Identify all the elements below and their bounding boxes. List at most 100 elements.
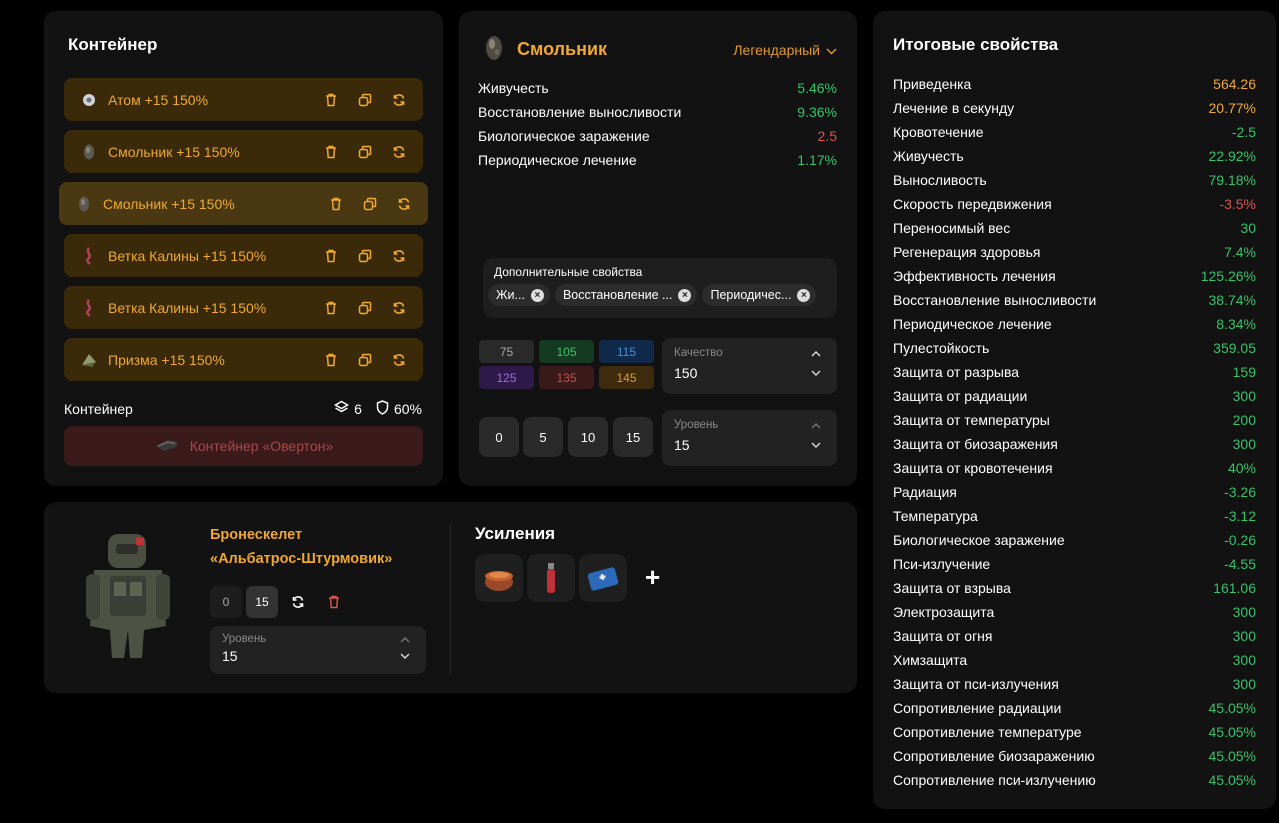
refresh-icon[interactable] — [389, 142, 409, 162]
chip-label: Периодичес... — [710, 288, 792, 302]
property-value: 2.5 — [817, 128, 837, 144]
trash-icon[interactable] — [321, 298, 341, 318]
artifact-row[interactable]: Атом +15 150% — [64, 78, 423, 121]
copy-icon[interactable] — [355, 298, 375, 318]
totals-row-name: Приведенка — [893, 76, 972, 92]
artifact-row[interactable]: Ветка Калины +15 150% — [64, 286, 423, 329]
totals-row-name: Кровотечение — [893, 124, 984, 140]
totals-row: Защита от биозаражения 300 — [893, 436, 1256, 452]
container-panel: Контейнер Атом +15 150% Смольник +15 150… — [44, 11, 443, 486]
refresh-icon[interactable] — [389, 246, 409, 266]
totals-row-name: Сопротивление пси-излучению — [893, 772, 1096, 788]
chevron-down-icon[interactable] — [811, 441, 821, 452]
trash-icon[interactable] — [326, 194, 346, 214]
armor-level-preset[interactable]: 15 — [246, 586, 278, 618]
chevron-up-icon[interactable] — [400, 635, 410, 646]
level-preset[interactable]: 15 — [613, 417, 653, 457]
chevron-down-icon[interactable] — [400, 652, 410, 663]
artifact-row[interactable]: Смольник +15 150% — [64, 130, 423, 173]
layers-icon — [334, 400, 350, 418]
totals-row-value: 45.05% — [1208, 748, 1256, 764]
artifact-row-selected[interactable]: Смольник +15 150% — [59, 182, 428, 225]
quality-stepper[interactable]: Качество 150 — [662, 338, 837, 394]
totals-row-name: Защита от температуры — [893, 412, 1050, 428]
prism-icon — [80, 351, 98, 369]
quality-preset[interactable]: 75 — [479, 340, 534, 363]
artifact-row[interactable]: Призма +15 150% — [64, 338, 423, 381]
chevron-down-icon[interactable] — [811, 369, 821, 380]
totals-row: Кровотечение -2.5 — [893, 124, 1256, 140]
level-preset[interactable]: 0 — [479, 417, 519, 457]
copy-icon[interactable] — [355, 350, 375, 370]
close-icon[interactable]: × — [678, 288, 692, 302]
totals-row-value: 125.26% — [1200, 268, 1256, 284]
container-title: Контейнер — [68, 35, 158, 54]
trash-icon[interactable] — [321, 90, 341, 110]
totals-row-name: Защита от взрыва — [893, 580, 1011, 596]
add-boost-button[interactable]: + — [645, 562, 660, 593]
totals-row-value: -0.26 — [1224, 532, 1256, 548]
refresh-icon[interactable] — [389, 90, 409, 110]
level-preset[interactable]: 10 — [568, 417, 608, 457]
copy-icon[interactable] — [355, 246, 375, 266]
trash-icon[interactable] — [321, 350, 341, 370]
totals-row-name: Защита от пси-излучения — [893, 676, 1059, 692]
refresh-icon[interactable] — [389, 298, 409, 318]
totals-row: Электрозащита 300 — [893, 604, 1256, 620]
property-name: Восстановление выносливости — [478, 104, 682, 120]
property-name: Биологическое заражение — [478, 128, 650, 144]
extra-property-chip[interactable]: Восстановление ... × — [554, 284, 698, 306]
refresh-icon[interactable] — [282, 586, 314, 618]
level-stepper[interactable]: Уровень 15 — [662, 410, 837, 466]
totals-row: Защита от пси-излучения 300 — [893, 676, 1256, 692]
armor-level-preset[interactable]: 0 — [210, 586, 242, 618]
copy-icon[interactable] — [355, 90, 375, 110]
totals-row: Пси-излучение -4.55 — [893, 556, 1256, 572]
container-select-button[interactable]: Контейнер «Овертон» — [64, 426, 423, 466]
trash-icon[interactable] — [321, 246, 341, 266]
copy-icon[interactable] — [355, 142, 375, 162]
quality-preset[interactable]: 145 — [599, 366, 654, 389]
refresh-icon[interactable] — [394, 194, 414, 214]
extra-property-chip[interactable]: Периодичес... × — [702, 284, 817, 306]
close-icon[interactable]: × — [530, 288, 544, 302]
artifact-row[interactable]: Ветка Калины +15 150% — [64, 234, 423, 277]
quality-preset[interactable]: 135 — [539, 366, 594, 389]
slots-count: 6 — [354, 401, 362, 417]
chevron-up-icon[interactable] — [811, 421, 821, 432]
medkit-icon[interactable] — [579, 554, 627, 602]
totals-row-name: Защита от кровотечения — [893, 460, 1053, 476]
totals-row-name: Периодическое лечение — [893, 316, 1052, 332]
quality-preset[interactable]: 105 — [539, 340, 594, 363]
level-preset[interactable]: 5 — [523, 417, 563, 457]
copy-icon[interactable] — [360, 194, 380, 214]
totals-row: Пулестойкость 359.05 — [893, 340, 1256, 356]
totals-row: Сопротивление пси-излучению 45.05% — [893, 772, 1256, 788]
totals-row-value: 20.77% — [1208, 100, 1256, 116]
close-icon[interactable]: × — [797, 288, 811, 302]
trash-icon[interactable] — [321, 142, 341, 162]
totals-row-value: 8.34% — [1216, 316, 1256, 332]
injector-icon[interactable] — [527, 554, 575, 602]
kalina-icon — [80, 298, 98, 317]
armor-level-value: 15 — [222, 648, 238, 664]
rarity-dropdown[interactable]: Легендарный — [733, 42, 837, 58]
quality-preset[interactable]: 115 — [599, 340, 654, 363]
armor-level-stepper[interactable]: Уровень 15 — [210, 626, 426, 674]
divider — [450, 523, 451, 674]
totals-row-value: -3.12 — [1224, 508, 1256, 524]
totals-row: Приведенка 564.26 — [893, 76, 1256, 92]
refresh-icon[interactable] — [389, 350, 409, 370]
extra-property-chip[interactable]: Жи... × — [488, 284, 550, 306]
totals-row: Защита от разрыва 159 — [893, 364, 1256, 380]
totals-row-name: Лечение в секунду — [893, 100, 1015, 116]
chevron-up-icon[interactable] — [811, 349, 821, 360]
quality-preset[interactable]: 125 — [479, 366, 534, 389]
totals-row-value: 359.05 — [1213, 340, 1256, 356]
stew-icon[interactable] — [475, 554, 523, 602]
trash-icon[interactable] — [318, 586, 350, 618]
totals-row-value: 7.4% — [1224, 244, 1256, 260]
artifact-label: Ветка Калины +15 150% — [108, 299, 267, 316]
totals-row-name: Электрозащита — [893, 604, 995, 620]
extra-properties: Дополнительные свойства Жи... × Восстанов… — [483, 258, 837, 318]
